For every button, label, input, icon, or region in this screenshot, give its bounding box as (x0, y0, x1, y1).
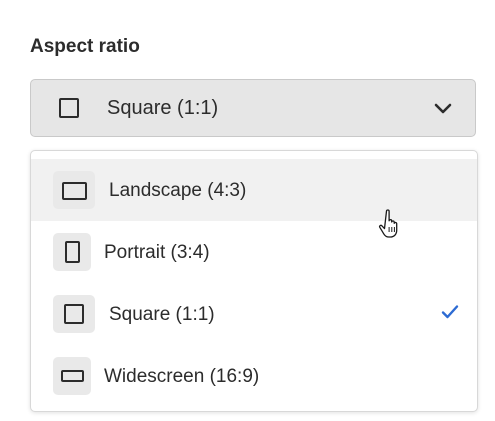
aspect-ratio-menu: Landscape (4:3) Portrait (3:4) Square (1… (30, 150, 478, 412)
menu-item-label: Portrait (3:4) (104, 242, 210, 263)
aspect-ratio-label: Aspect ratio (30, 36, 140, 57)
portrait-ratio-icon (65, 241, 80, 263)
square-ratio-icon (64, 304, 84, 324)
widescreen-ratio-icon (61, 370, 84, 382)
square-ratio-icon (59, 98, 79, 118)
hand-pointer-cursor-icon (378, 209, 398, 238)
square-ratio-tile (53, 295, 95, 333)
chevron-down-icon[interactable] (433, 98, 453, 118)
menu-item-widescreen[interactable]: Widescreen (16:9) (31, 345, 477, 407)
menu-item-portrait[interactable]: Portrait (3:4) (31, 221, 477, 283)
menu-item-label: Square (1:1) (109, 304, 215, 325)
checkmark-icon (441, 305, 459, 319)
menu-item-label: Landscape (4:3) (109, 180, 247, 201)
menu-item-landscape[interactable]: Landscape (4:3) (31, 159, 477, 221)
picker-selected-value: Square (1:1) (107, 97, 219, 119)
menu-item-label: Widescreen (16:9) (104, 366, 260, 387)
landscape-ratio-tile (53, 171, 95, 209)
portrait-ratio-tile (53, 233, 91, 271)
widescreen-ratio-tile (53, 357, 91, 395)
menu-item-square[interactable]: Square (1:1) (31, 283, 477, 345)
landscape-ratio-icon (62, 182, 87, 200)
aspect-ratio-picker[interactable]: Square (1:1) (30, 79, 476, 137)
